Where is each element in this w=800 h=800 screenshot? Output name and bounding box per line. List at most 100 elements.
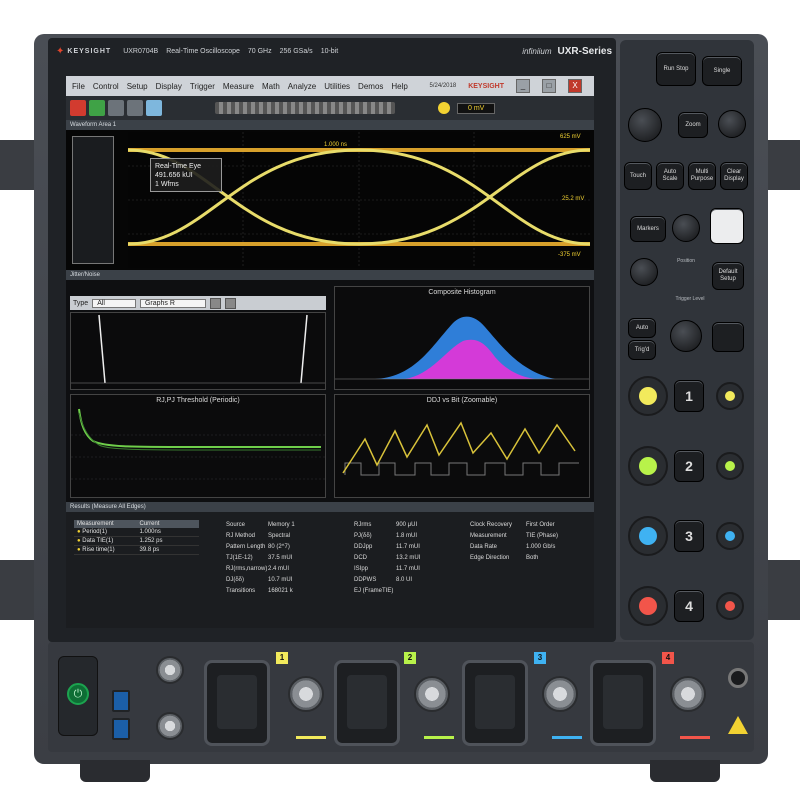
- channel-3-bnc[interactable]: [542, 676, 578, 712]
- prev-arrow-icon[interactable]: [209, 297, 221, 309]
- row-value: 1.252 ps: [139, 538, 163, 544]
- maximize-button[interactable]: □: [542, 79, 556, 93]
- channel-2-bnc[interactable]: [414, 676, 450, 712]
- menu-trigger[interactable]: Trigger: [190, 82, 215, 91]
- channel-1-scale-knob[interactable]: [628, 376, 668, 416]
- menu-display[interactable]: Display: [156, 82, 182, 91]
- menu-setup[interactable]: Setup: [127, 82, 148, 91]
- waveform-area[interactable]: Real-Time Eye 491.656 kUI 1 Wfms 1.000 n…: [66, 130, 594, 270]
- probe-input-4[interactable]: [590, 660, 656, 746]
- ddj-vs-bit-plot: [342, 421, 579, 476]
- multi-purpose-button[interactable]: Multi Purpose: [688, 162, 716, 190]
- channel-4-scale-knob[interactable]: [628, 586, 668, 626]
- front-control-panel: Run Stop Single Zoom Touch Auto Scale Mu…: [620, 40, 754, 640]
- touch-icon[interactable]: [146, 100, 162, 116]
- channel-3-button[interactable]: 3: [674, 520, 704, 552]
- single-icon[interactable]: [108, 100, 124, 116]
- table-row[interactable]: Period(1) 1.000ns: [74, 528, 199, 537]
- row-value: 39.8 ps: [139, 547, 160, 553]
- channel-2-scale-knob[interactable]: [628, 446, 668, 486]
- composite-histogram-panel[interactable]: Composite Histogram: [334, 286, 590, 390]
- touch-button[interactable]: Touch: [624, 162, 652, 190]
- marker-knob[interactable]: [672, 214, 700, 242]
- markers-button[interactable]: Markers: [630, 216, 666, 242]
- table-row[interactable]: Rise time(1) 39.8 ps: [74, 546, 199, 555]
- results-pane[interactable]: Results (Measure All Edges) Measurement …: [66, 502, 594, 628]
- ddj-vs-bit-panel[interactable]: DDJ vs Bit (Zoomable): [334, 394, 590, 498]
- menu-analyze[interactable]: Analyze: [288, 82, 316, 91]
- display-screen[interactable]: File Control Setup Display Trigger Measu…: [66, 76, 594, 628]
- probe-input-3[interactable]: [462, 660, 528, 746]
- acquisition-memory-bar[interactable]: [215, 102, 395, 114]
- menu-control[interactable]: Control: [93, 82, 119, 91]
- menu-help[interactable]: Help: [391, 82, 407, 91]
- channel-3-scale-knob[interactable]: [628, 516, 668, 556]
- next-arrow-icon[interactable]: [224, 297, 236, 309]
- trigger-level-knob[interactable]: [670, 320, 702, 352]
- run-icon[interactable]: [89, 100, 105, 116]
- trigger-source-icon[interactable]: [438, 102, 450, 114]
- probe-input-1[interactable]: [204, 660, 270, 746]
- position-knob[interactable]: [630, 258, 658, 286]
- clear-icon[interactable]: [127, 100, 143, 116]
- jitter-results-list: RJrms 900 μUI PJ(δδ) 1.8 mUI DDJpp 11.7 mUI…: [354, 520, 436, 597]
- type-label: Type: [73, 299, 89, 307]
- close-button[interactable]: X: [568, 79, 582, 93]
- channel-1-bnc[interactable]: [288, 676, 324, 712]
- trigd-button[interactable]: Trig'd: [628, 340, 656, 360]
- col-current: Current: [139, 521, 160, 527]
- channel-1-button[interactable]: 1: [674, 380, 704, 412]
- usb-port-1[interactable]: [112, 690, 130, 712]
- clear-display-button[interactable]: Clear Display: [720, 162, 748, 190]
- aux-out-connector[interactable]: [156, 656, 184, 684]
- horizontal-scale-knob[interactable]: [628, 108, 662, 142]
- trigger-mode-button[interactable]: [712, 322, 744, 352]
- channel-4-offset-knob[interactable]: [716, 592, 744, 620]
- probe-input-2[interactable]: [334, 660, 400, 746]
- horizontal-position-knob[interactable]: [718, 110, 746, 138]
- trigger-level-field[interactable]: 0 mV: [457, 102, 496, 114]
- type-dropdown[interactable]: All: [92, 298, 136, 308]
- menu-demos[interactable]: Demos: [358, 82, 383, 91]
- results-table[interactable]: Measurement Current Period(1) 1.000ns Da…: [74, 520, 199, 555]
- menu-measure[interactable]: Measure: [223, 82, 254, 91]
- run-stop-button[interactable]: Run Stop: [656, 52, 696, 86]
- series-name: UXR-Series: [557, 45, 612, 57]
- channel-2-underline: [424, 736, 454, 739]
- menu-file[interactable]: File: [72, 82, 85, 91]
- default-setup-button[interactable]: Default Setup: [712, 262, 744, 290]
- power-icon[interactable]: ⏻: [67, 683, 89, 705]
- channel-4-bnc[interactable]: [670, 676, 706, 712]
- usb-port-2[interactable]: [112, 718, 130, 740]
- minimize-button[interactable]: _: [516, 79, 530, 93]
- kv-key: DJ(δδ): [226, 577, 245, 583]
- kv-key: DDPWS: [354, 577, 377, 583]
- marker-select-button[interactable]: [710, 208, 744, 244]
- jitter-spectrum-panel[interactable]: [70, 312, 326, 390]
- auto-scale-button[interactable]: Auto Scale: [656, 162, 684, 190]
- auto-button[interactable]: Auto: [628, 318, 656, 338]
- single-button[interactable]: Single: [702, 56, 742, 86]
- channel-4-offset-icon: [725, 601, 735, 611]
- channel-3-offset-knob[interactable]: [716, 522, 744, 550]
- menu-math[interactable]: Math: [262, 82, 280, 91]
- row-name: Rise time(1): [74, 546, 137, 554]
- channel-4-button[interactable]: 4: [674, 590, 704, 622]
- table-row[interactable]: Data TIE(1) 1.252 ps: [74, 537, 199, 546]
- channel-4-underline: [680, 736, 710, 739]
- waveform-side-controls[interactable]: [72, 136, 114, 264]
- headphone-jack-icon[interactable]: [728, 668, 748, 688]
- kv-key: Source: [226, 522, 246, 528]
- graphs-dropdown[interactable]: Graphs R: [139, 298, 206, 308]
- power-panel: ⏻: [58, 656, 98, 736]
- zoom-button[interactable]: Zoom: [678, 112, 708, 138]
- channel-2-offset-knob[interactable]: [716, 452, 744, 480]
- kv-value: 900 μUI: [396, 522, 418, 528]
- aux-trig-connector[interactable]: [156, 712, 184, 740]
- rj-pj-panel[interactable]: RJ,PJ Threshold (Periodic): [70, 394, 326, 498]
- eye-diagram-plot: [128, 132, 590, 268]
- channel-1-offset-knob[interactable]: [716, 382, 744, 410]
- menu-utilities[interactable]: Utilities: [324, 82, 350, 91]
- channel-2-button[interactable]: 2: [674, 450, 704, 482]
- stop-icon[interactable]: [70, 100, 86, 116]
